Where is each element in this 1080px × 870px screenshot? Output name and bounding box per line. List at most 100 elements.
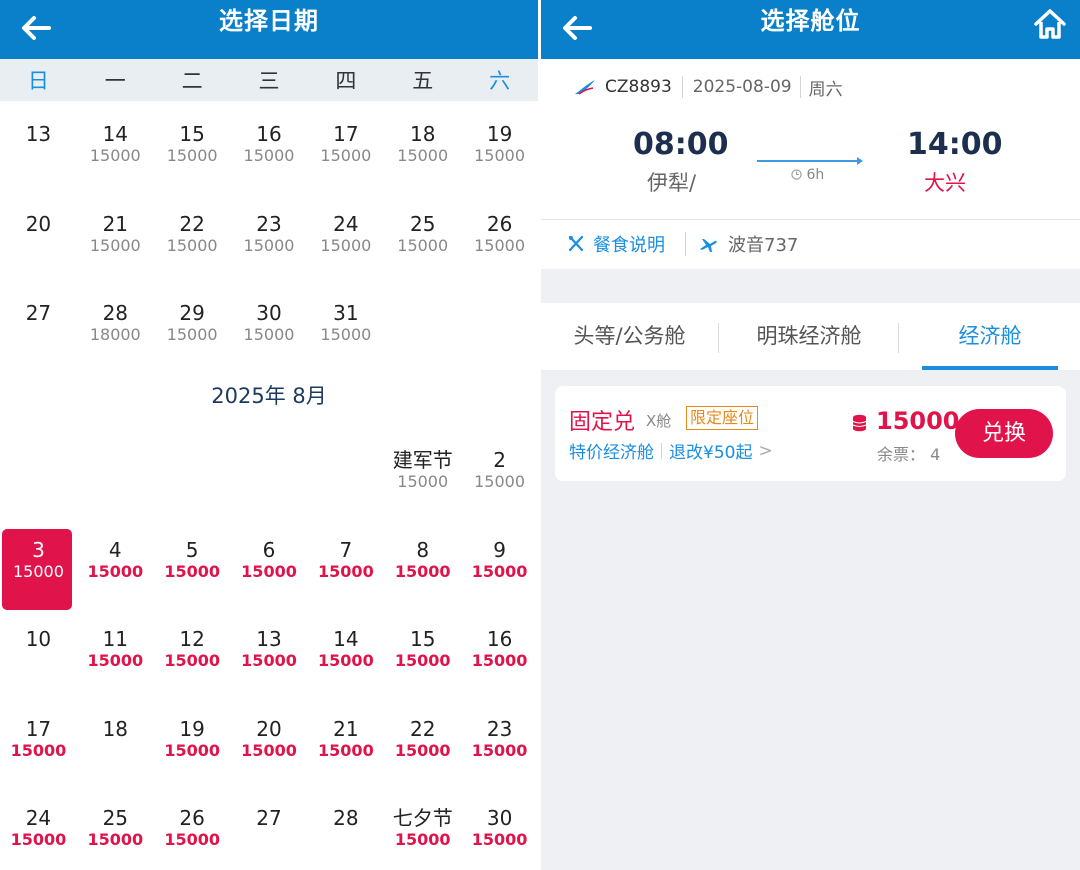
day-number: 26 [179,806,205,830]
day-number: 七夕节 [392,806,453,830]
calendar-day[interactable]: 七夕节 15000 [384,779,461,869]
calendar-day[interactable]: 30 15000 [231,274,308,364]
cabin-tabs: 头等/公务舱 明珠经济舱 经济舱 [541,303,1080,370]
day-number: 11 [102,627,129,651]
day-number: 15 [179,122,205,146]
day-number: 29 [179,301,205,325]
day-price: 15000 [166,146,218,165]
july-calendar-grid: 13 14 15000 15 15000 16 15000 17 15000 18 15000 19 1… [0,95,538,364]
day-number: 22 [410,716,436,741]
calendar-day[interactable]: 31 15000 [307,274,384,364]
calendar-day[interactable]: 18 [77,690,154,780]
calendar-day[interactable]: 16 15000 [231,95,308,185]
fare-price: 15000 [876,407,960,435]
calendar-empty-cell [231,421,308,511]
calendar-day[interactable]: 28 18000 [77,274,154,364]
calendar-day[interactable]: 5 15000 [154,511,231,601]
tab-economy[interactable]: 经济舱 [922,303,1058,370]
calendar-day[interactable]: 13 [0,95,77,185]
day-number: 3 [32,537,45,562]
cabin-header: 选择舱位 [541,0,1080,59]
calendar-empty-cell [154,421,231,511]
calendar-day[interactable]: 9 15000 [461,511,538,601]
tab-label: 明珠经济舱 [756,324,862,348]
calendar-day[interactable]: 19 15000 [154,690,231,780]
calendar-day[interactable]: 22 15000 [384,690,461,780]
tab-pearl-economy[interactable]: 明珠经济舱 [719,303,899,370]
calendar-day[interactable]: 23 15000 [231,185,308,275]
day-number: 13 [256,627,282,651]
calendar-day[interactable]: 21 15000 [307,690,384,780]
departure-time: 08:00 [633,127,729,162]
calendar-day[interactable]: 18 15000 [384,95,461,185]
fare-rules-link[interactable]: 特价经济舱 退改¥50起 > [569,438,773,464]
calendar-day[interactable]: 27 [231,779,308,869]
day-price: 15000 [164,740,220,760]
calendar-day[interactable]: 27 [0,274,77,364]
day-number: 19 [486,122,513,146]
calendar-day[interactable]: 20 [0,185,77,275]
calendar-day[interactable]: 28 [307,779,384,869]
tab-label: 经济舱 [958,324,1022,348]
day-number: 15 [410,627,436,651]
day-number [154,421,231,448]
day-number: 14 [102,122,129,146]
calendar-day[interactable]: 14 15000 [307,600,384,690]
calendar-day[interactable]: 22 15000 [154,185,231,275]
calendar-day[interactable]: 24 15000 [307,185,384,275]
day-price: 15000 [471,651,528,670]
day-number: 20 [256,716,282,741]
calendar-day[interactable]: 16 15000 [461,600,538,690]
redeem-button[interactable]: 兑换 [955,409,1053,458]
calendar-day[interactable]: 17 15000 [0,690,77,780]
day-price: 15000 [394,561,451,581]
day-number: 24 [25,806,52,830]
calendar-day[interactable]: 25 15000 [77,779,154,869]
calendar-day[interactable]: 11 15000 [77,600,154,690]
calendar-day[interactable]: 26 15000 [154,779,231,869]
calendar-day-selected[interactable]: 3 15000 [0,511,77,610]
day-price: 15000 [474,472,526,491]
calendar-day[interactable]: 8 15000 [384,511,461,601]
calendar-day[interactable]: 建军节 15000 [384,421,461,511]
flight-weekday: 周六 [808,79,843,100]
calendar-day[interactable]: 4 15000 [77,511,154,601]
calendar-day[interactable]: 23 15000 [461,690,538,780]
flight-info-card: CZ8893 2025-08-09 周六 08:00 伊犁/ 6h 14:00 … [541,59,1080,269]
calendar-day[interactable]: 24 15000 [0,779,77,869]
calendar-day[interactable]: 20 15000 [231,690,308,780]
calendar-day[interactable]: 14 15000 [77,95,154,185]
calendar-day[interactable]: 25 15000 [384,185,461,275]
month-label: 2025年 8月 [211,384,327,408]
chevron-right-icon: > [758,440,773,461]
calendar-week-row: 10 11 15000 12 15000 13 15000 14 15000 15 15000 16 1… [0,600,538,690]
calendar-day[interactable]: 10 [0,600,77,690]
day-price: 15000 [243,325,295,344]
calendar-day[interactable]: 21 15000 [77,185,154,275]
tab-first-business[interactable]: 头等/公务舱 [541,303,718,370]
calendar-day[interactable]: 7 15000 [307,511,384,601]
calendar-day[interactable]: 17 15000 [307,95,384,185]
day-number: 21 [102,211,129,236]
calendar-day[interactable]: 29 15000 [154,274,231,364]
calendar-day[interactable]: 6 15000 [231,511,308,601]
calendar-day[interactable]: 15 15000 [384,600,461,690]
calendar-week-row: 建军节 15000 2 15000 [0,421,538,511]
meal-info-link[interactable]: 餐食说明 [593,231,665,257]
calendar-day[interactable]: 26 15000 [461,185,538,275]
day-number: 25 [102,806,129,830]
calendar-day[interactable]: 15 15000 [154,95,231,185]
calendar-empty-cell [77,421,154,511]
calendar-day[interactable]: 12 15000 [154,600,231,690]
calendar-day[interactable]: 13 15000 [231,600,308,690]
home-icon[interactable] [1032,6,1068,42]
day-number: 27 [25,301,52,325]
calendar-day[interactable]: 30 15000 [461,779,538,869]
divider [661,442,662,459]
change-fee: 退改¥50起 [669,443,753,463]
day-number [461,274,538,301]
calendar-day[interactable]: 19 15000 [461,95,538,185]
day-number: 28 [102,301,129,325]
calendar-day[interactable]: 2 15000 [461,421,538,511]
august-calendar-grid: 建军节 15000 2 15000 3 15000 4 15000 5 15000 6 15000 7 1… [0,421,538,869]
